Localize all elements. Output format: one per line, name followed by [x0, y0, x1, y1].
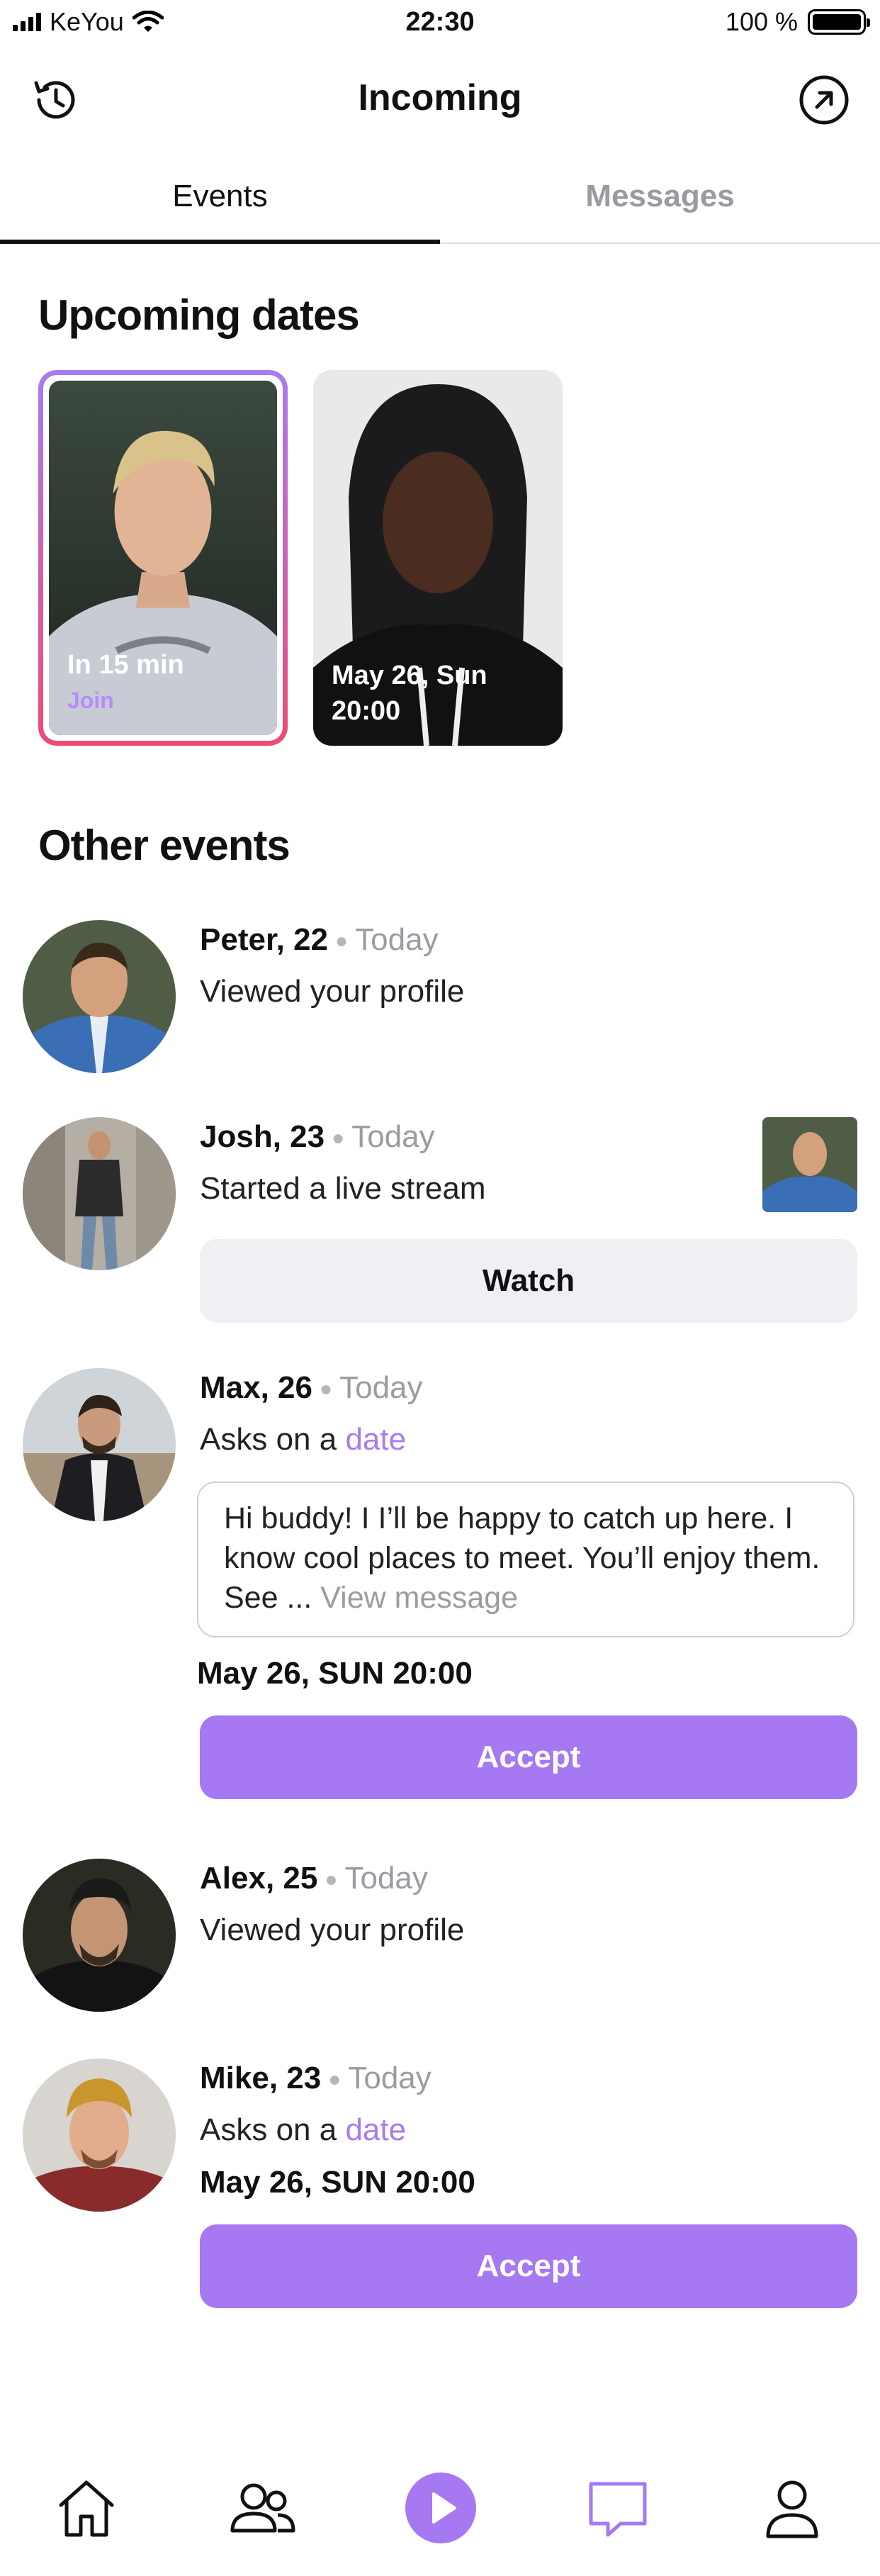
- tab-events[interactable]: Events: [0, 157, 440, 244]
- header: Incoming: [0, 64, 880, 135]
- event-name: Mike, 23: [200, 2061, 322, 2095]
- profile-icon: [766, 2480, 818, 2538]
- arrow-up-right-circle-icon: [799, 75, 849, 125]
- date-link[interactable]: date: [345, 1422, 406, 1457]
- nav-people[interactable]: [220, 2465, 305, 2550]
- avatar-photo: [23, 1117, 176, 1270]
- avatar-photo: [23, 1368, 176, 1521]
- event-name: Alex, 25: [200, 1861, 318, 1895]
- event-description: Viewed your profile: [200, 1913, 465, 1947]
- event-description: Asks on a date: [200, 2112, 406, 2148]
- battery-group: 100 %: [725, 7, 870, 37]
- event-time: Today: [355, 922, 439, 957]
- avatar[interactable]: [23, 2059, 176, 2212]
- upcoming-card-photo: May 26, Sun 20:00: [313, 370, 563, 746]
- nav-play[interactable]: [398, 2465, 483, 2550]
- other-events-heading: Other events: [38, 822, 290, 869]
- event-title: Mike, 23 ● Today: [200, 2061, 431, 2095]
- avatar[interactable]: [23, 1117, 176, 1270]
- upcoming-dates-heading: Upcoming dates: [38, 291, 360, 339]
- stream-thumbnail-photo: [762, 1117, 857, 1212]
- event-time: Today: [339, 1370, 423, 1405]
- upcoming-card[interactable]: May 26, Sun 20:00: [313, 370, 563, 746]
- event-time: Today: [351, 1119, 435, 1154]
- nav-home[interactable]: [44, 2465, 129, 2550]
- accept-button[interactable]: Accept: [200, 1715, 857, 1799]
- date-link[interactable]: date: [345, 2112, 406, 2147]
- upcoming-card-active[interactable]: In 15 min Join: [38, 370, 288, 746]
- event-time: Today: [344, 1861, 428, 1895]
- avatar-photo: [23, 1859, 176, 2012]
- event-date: May 26, SUN 20:00: [200, 2165, 475, 2200]
- battery-percent: 100 %: [725, 7, 798, 36]
- event-date: May 26, SUN 20:00: [197, 1656, 473, 1691]
- tab-messages[interactable]: Messages: [440, 157, 880, 242]
- event-title: Peter, 22 ● Today: [200, 922, 439, 957]
- upcoming-card-photo: In 15 min Join: [49, 381, 277, 735]
- people-icon: [230, 2483, 295, 2533]
- home-icon: [59, 2480, 114, 2537]
- avatar-photo: [23, 2059, 176, 2212]
- countdown-label: In 15 min: [67, 650, 184, 680]
- event-description: Started a live stream: [200, 1171, 486, 1206]
- event-title: Josh, 23 ● Today: [200, 1119, 435, 1154]
- event-title: Max, 26 ● Today: [200, 1370, 423, 1405]
- play-icon: [405, 2473, 476, 2543]
- watch-button[interactable]: Watch: [200, 1239, 857, 1323]
- stream-thumbnail[interactable]: [762, 1117, 857, 1212]
- time-label: 20:00: [332, 696, 401, 726]
- avatar-photo: [23, 920, 176, 1073]
- event-name: Josh, 23: [200, 1119, 325, 1154]
- message-text: Hi buddy! I I’ll be happy to catch up he…: [224, 1501, 820, 1615]
- accept-button[interactable]: Accept: [200, 2224, 857, 2308]
- tab-bar: Events Messages: [0, 157, 880, 244]
- event-time: Today: [348, 2061, 431, 2095]
- avatar[interactable]: [23, 920, 176, 1073]
- status-bar: KeYou 22:30 100 %: [0, 0, 880, 50]
- battery-icon: [808, 9, 870, 35]
- upcoming-card-caption: In 15 min Join: [67, 647, 184, 718]
- description-prefix: Asks on a: [200, 1422, 337, 1457]
- page-title: Incoming: [358, 77, 522, 118]
- open-external-button[interactable]: [792, 68, 856, 132]
- avatar[interactable]: [23, 1859, 176, 2012]
- join-label[interactable]: Join: [67, 683, 184, 718]
- event-title: Alex, 25 ● Today: [200, 1861, 428, 1895]
- date-label: May 26, Sun: [332, 661, 487, 690]
- event-name: Peter, 22: [200, 922, 329, 957]
- event-name: Max, 26: [200, 1370, 312, 1405]
- view-message-link[interactable]: View message: [320, 1581, 518, 1615]
- nav-profile[interactable]: [750, 2465, 835, 2550]
- avatar[interactable]: [23, 1368, 176, 1521]
- bottom-nav: [0, 2446, 880, 2576]
- upcoming-card-caption: May 26, Sun 20:00: [332, 658, 487, 729]
- message-preview[interactable]: Hi buddy! I I’ll be happy to catch up he…: [197, 1482, 854, 1637]
- event-description: Asks on a date: [200, 1422, 406, 1457]
- nav-chat[interactable]: [575, 2465, 660, 2550]
- chat-icon: [589, 2482, 647, 2537]
- description-prefix: Asks on a: [200, 2112, 337, 2147]
- event-description: Viewed your profile: [200, 974, 465, 1009]
